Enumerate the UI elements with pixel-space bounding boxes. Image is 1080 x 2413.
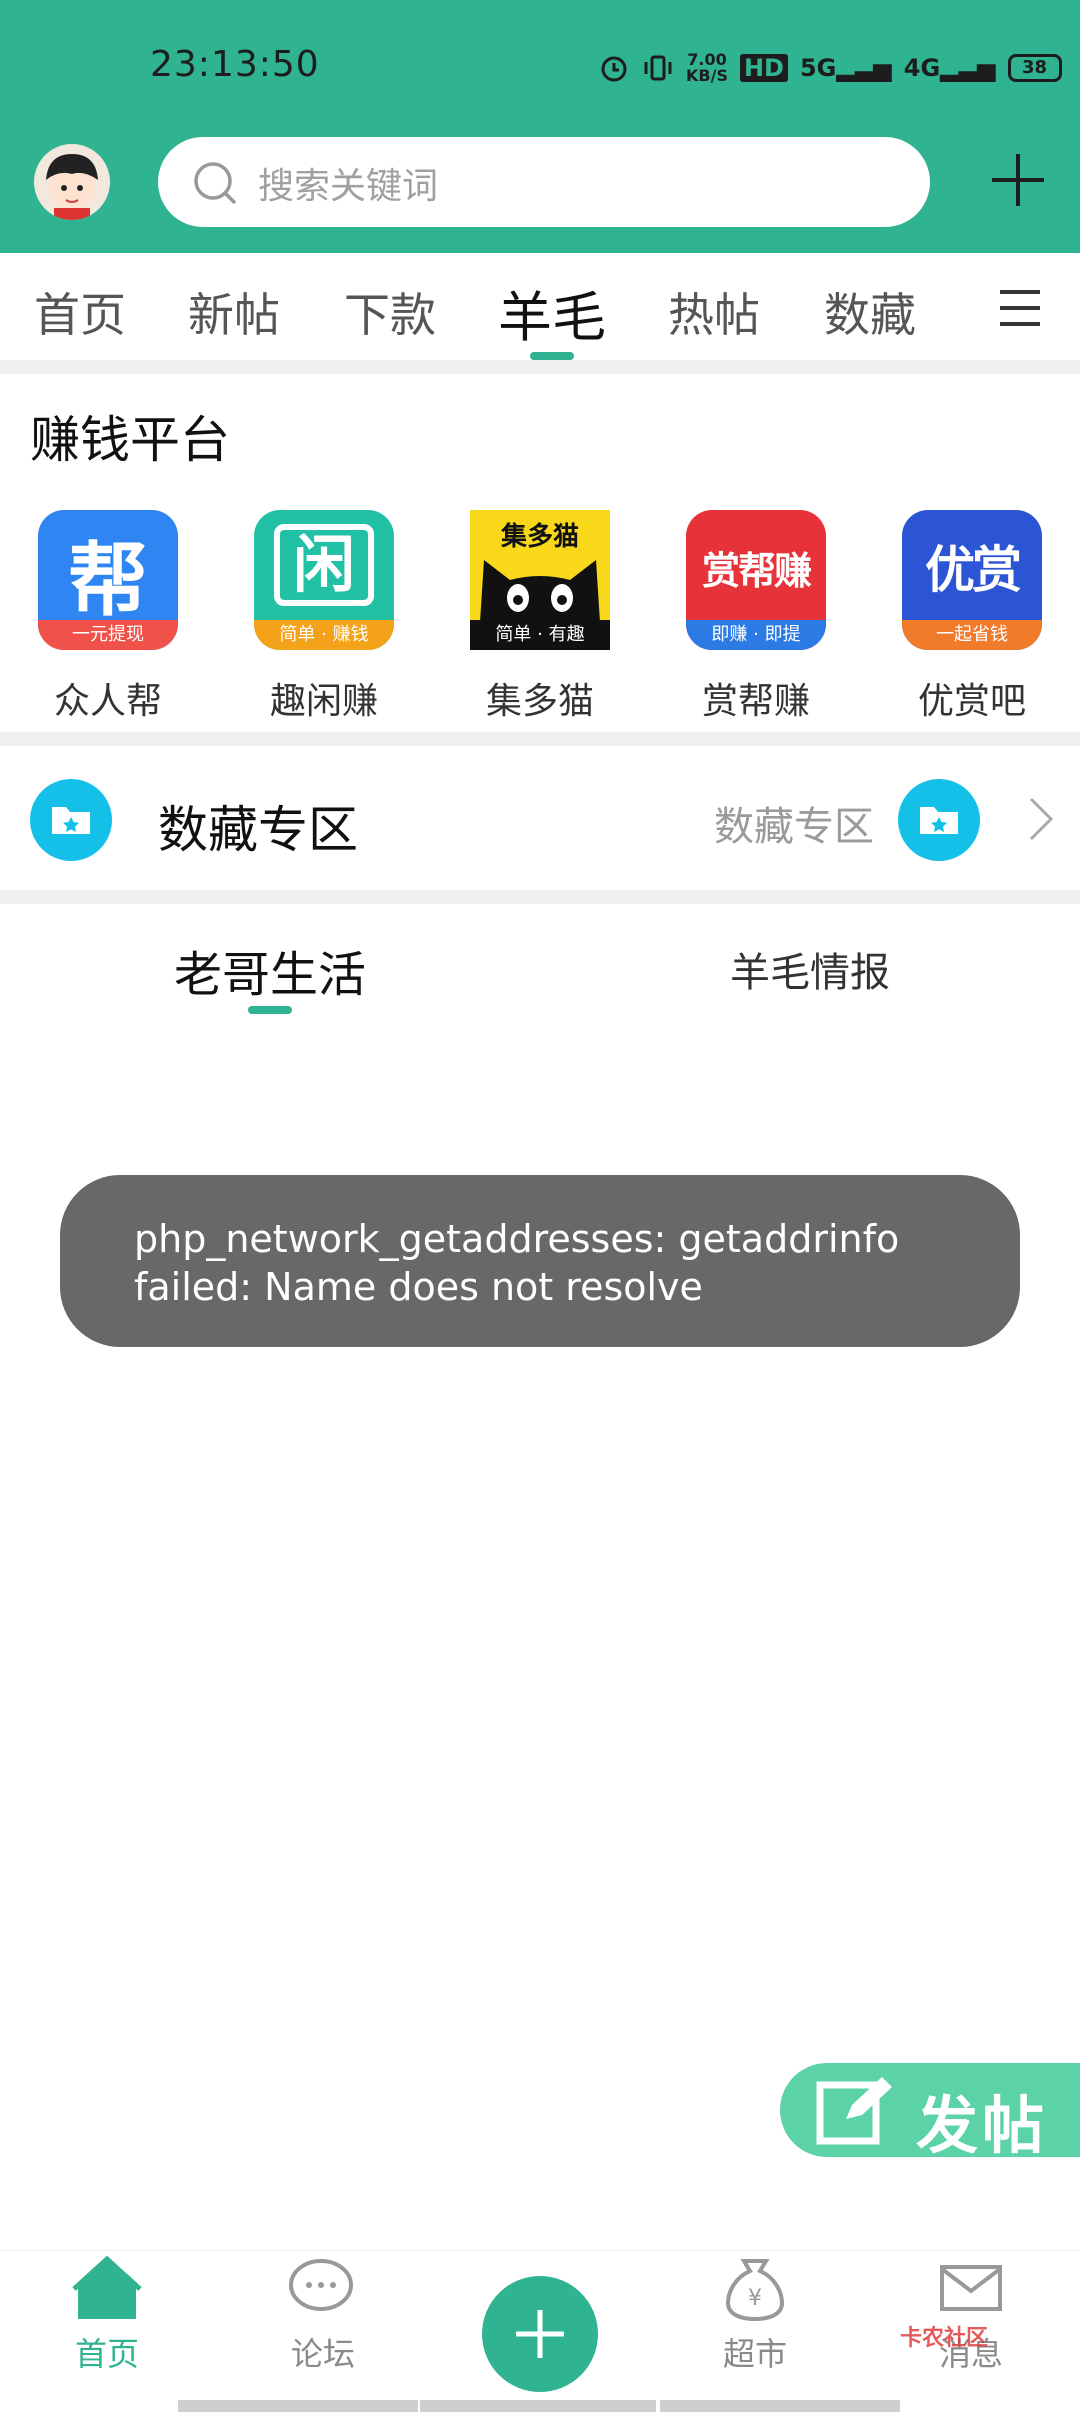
toast-message: php_network_getaddresses: getaddrinfo fa… (134, 1217, 900, 1309)
search-bar[interactable]: 搜索关键词 (158, 137, 930, 227)
app-jiduomao[interactable]: 集多猫 简单 · 有趣 集多猫 (470, 510, 610, 724)
active-tab-indicator (530, 352, 574, 360)
svg-text:¥: ¥ (748, 2286, 762, 2311)
app-youshangba[interactable]: 优赏 一起省钱 优赏吧 (902, 510, 1042, 724)
app-zhongrenbang[interactable]: 帮 一元提现 众人帮 (38, 510, 178, 724)
jiduomao-icon: 集多猫 简单 · 有趣 (470, 510, 610, 650)
status-time: 23:13:50 (150, 44, 320, 85)
vibrate-icon (644, 55, 672, 81)
avatar-face-icon (46, 154, 98, 220)
search-placeholder: 搜索关键词 (258, 166, 439, 207)
youshangba-icon: 优赏 一起省钱 (902, 510, 1042, 650)
nav-forum[interactable]: 论坛 (258, 2255, 388, 2375)
app-shangbangzhuan[interactable]: 赏帮赚 即赚 · 即提 赏帮赚 (686, 510, 826, 724)
category-tabs: 首页 新帖 下款 羊毛 热帖 数藏 (0, 253, 1080, 360)
nav-messages[interactable]: 消息 (906, 2255, 1036, 2375)
shangbangzhuan-icon: 赏帮赚 即赚 · 即提 (686, 510, 826, 650)
quxianzhuan-icon: 闲 简单 · 赚钱 (254, 510, 394, 650)
publish-button[interactable] (482, 2276, 598, 2392)
divider (0, 360, 1080, 374)
battery-icon: 38 (1007, 54, 1062, 82)
user-avatar[interactable] (34, 144, 110, 220)
app-quxianzhuan[interactable]: 闲 简单 · 赚钱 趣闲赚 (254, 510, 394, 724)
digital-zone-link[interactable]: 数藏专区 (714, 794, 874, 852)
tab-digital[interactable]: 数藏 (824, 279, 916, 345)
folder-star-icon[interactable] (898, 779, 980, 861)
nav-market[interactable]: ¥ 超市 (690, 2255, 820, 2375)
menu-icon[interactable] (998, 288, 1042, 328)
edit-icon (816, 2077, 892, 2145)
money-bag-icon: ¥ (725, 2259, 785, 2322)
mail-icon (940, 2265, 1002, 2311)
plus-icon (516, 2310, 564, 2358)
watermark-logo: 卡农社区 (900, 2326, 989, 2351)
divider (0, 890, 1080, 904)
chat-icon (289, 2259, 353, 2311)
tab-hot[interactable]: 热帖 (668, 279, 760, 345)
post-button[interactable]: 发帖 (780, 2063, 1080, 2162)
gesture-bar (178, 2400, 418, 2412)
tab-home[interactable]: 首页 (34, 279, 126, 345)
gesture-bar (660, 2400, 900, 2412)
section-title: 赚钱平台 (30, 411, 230, 469)
tab-new-posts[interactable]: 新帖 (188, 279, 280, 345)
error-toast: php_network_getaddresses: getaddrinfo fa… (60, 1175, 1020, 1347)
search-icon (194, 162, 237, 205)
tab-life[interactable]: 老哥生活 (174, 935, 366, 1005)
gesture-bar (420, 2400, 656, 2412)
add-icon[interactable] (990, 152, 1046, 208)
signal-4g: 4G▂▃▅ (903, 54, 996, 82)
signal-5g: 5G▂▃▅ (799, 54, 892, 82)
home-icon (72, 2255, 142, 2319)
alarm-icon (601, 56, 627, 82)
divider (0, 732, 1080, 746)
tab-wool[interactable]: 羊毛 (498, 273, 606, 352)
digital-zone-title[interactable]: 数藏专区 (158, 790, 358, 862)
nav-home[interactable]: 首页 (42, 2255, 172, 2375)
chevron-right-icon[interactable] (1028, 796, 1054, 842)
tab-wool-intel[interactable]: 羊毛情报 (730, 940, 890, 998)
folder-star-icon (30, 779, 112, 861)
hd-badge: HD (739, 54, 788, 82)
status-icons: 7.00 KB/S HD 5G▂▃▅ 4G▂▃▅ 38 (598, 46, 1062, 90)
net-speed: 7.00 KB/S (686, 50, 728, 85)
cat-face-icon (480, 560, 600, 622)
zhongrenbang-icon: 帮 一元提现 (38, 510, 178, 650)
active-subtab-indicator (248, 1006, 292, 1014)
tab-loans[interactable]: 下款 (344, 279, 436, 345)
